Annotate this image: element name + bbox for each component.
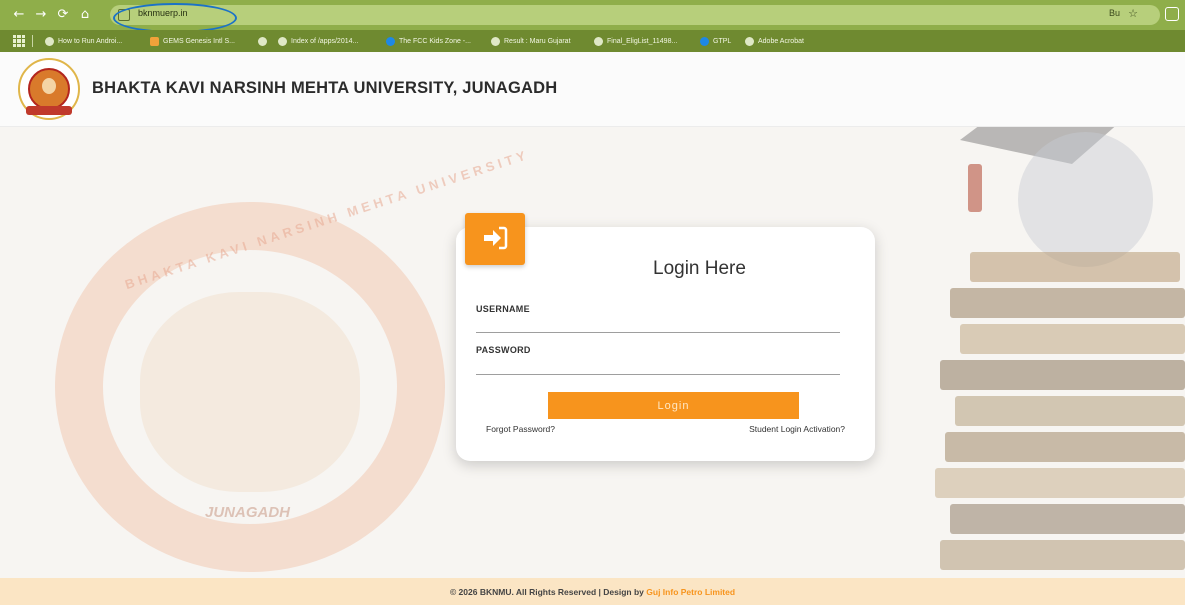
- login-title: Login Here: [653, 258, 746, 279]
- blue-figure-icon: [386, 36, 395, 46]
- globe-icon: [278, 36, 287, 46]
- login-button[interactable]: Login: [548, 392, 799, 419]
- globe-icon: [594, 36, 603, 46]
- globe-icon: [745, 36, 754, 46]
- back-arrow-icon[interactable]: ←: [10, 6, 28, 24]
- bookmark-item[interactable]: GTPL: [700, 34, 731, 48]
- footer-copyright-text: © 2026 BKNMU. All Rights Reserved | Desi…: [449, 587, 644, 597]
- forgot-password-link[interactable]: Forgot Password?: [486, 424, 555, 434]
- apps-grid-icon[interactable]: [13, 35, 25, 47]
- sign-in-icon: [484, 226, 508, 250]
- reload-icon[interactable]: ⟳: [54, 6, 72, 24]
- bookmark-star-icon[interactable]: ☆: [1128, 7, 1138, 20]
- password-input[interactable]: [476, 354, 840, 375]
- globe-icon: [258, 36, 267, 46]
- book-image: [955, 396, 1185, 426]
- browser-toolbar: ← → ⟳ ⌂ bknmuerp.in Bu ☆: [0, 0, 1185, 33]
- url-highlight-circle: [113, 3, 237, 33]
- globe-icon: [491, 36, 500, 46]
- footer-copyright: © 2026 BKNMU. All Rights Reserved | Desi…: [0, 587, 1185, 597]
- bookmark-item[interactable]: How to Run Androi...: [45, 34, 122, 48]
- seal-city-text: JUNAGADH: [205, 504, 291, 521]
- student-activation-link[interactable]: Student Login Activation?: [749, 424, 845, 434]
- blue-circle-icon: [700, 36, 709, 46]
- book-image: [950, 288, 1185, 318]
- bookmarks-divider: [32, 35, 33, 47]
- book-stack-image: [930, 242, 1185, 572]
- home-icon[interactable]: ⌂: [76, 6, 94, 24]
- book-image: [945, 432, 1185, 462]
- book-image: [960, 324, 1185, 354]
- book-image: [940, 540, 1185, 570]
- book-image: [970, 252, 1180, 282]
- logo-ribbon: [26, 106, 72, 115]
- site-header: BHAKTA KAVI NARSINH MEHTA UNIVERSITY, JU…: [0, 52, 1185, 127]
- login-card: Login Here USERNAME PASSWORD Login Forgo…: [456, 213, 875, 461]
- username-input[interactable]: [476, 312, 840, 333]
- login-badge: [465, 213, 525, 265]
- translate-indicator[interactable]: Bu: [1109, 8, 1120, 18]
- address-bar[interactable]: bknmuerp.in Bu ☆: [110, 5, 1160, 25]
- bookmark-item[interactable]: Index of /apps/2014...: [278, 34, 358, 48]
- bookmark-item[interactable]: [258, 34, 271, 48]
- bookmark-item[interactable]: The FCC Kids Zone -...: [386, 34, 471, 48]
- page-content: BHAKTA KAVI NARSINH MEHTA UNIVERSITY JUN…: [0, 52, 1185, 605]
- bookmark-item[interactable]: Adobe Acrobat: [745, 34, 804, 48]
- logo-figure: [42, 78, 56, 94]
- bookmarks-bar: How to Run Androi... GEMS Genesis Intl S…: [0, 30, 1185, 52]
- globe-icon: [45, 36, 54, 46]
- university-title: BHAKTA KAVI NARSINH MEHTA UNIVERSITY, JU…: [92, 79, 558, 97]
- site-footer: © 2026 BKNMU. All Rights Reserved | Desi…: [0, 578, 1185, 605]
- book-image: [950, 504, 1185, 534]
- bookmark-item[interactable]: Result : Maru Gujarat: [491, 34, 571, 48]
- extensions-icon[interactable]: [1165, 7, 1179, 21]
- forward-arrow-icon[interactable]: →: [32, 6, 50, 24]
- seal-center-illustration: [140, 292, 360, 492]
- book-image: [940, 360, 1185, 390]
- bookmark-item[interactable]: GEMS Genesis Intl S...: [150, 34, 235, 48]
- book-image: [935, 468, 1185, 498]
- bookmark-item[interactable]: Final_EligList_11498...: [594, 34, 677, 48]
- orange-square-icon: [150, 36, 159, 46]
- footer-brand-link[interactable]: Guj Info Petro Limited: [646, 587, 735, 597]
- cap-tassel-image: [968, 164, 982, 212]
